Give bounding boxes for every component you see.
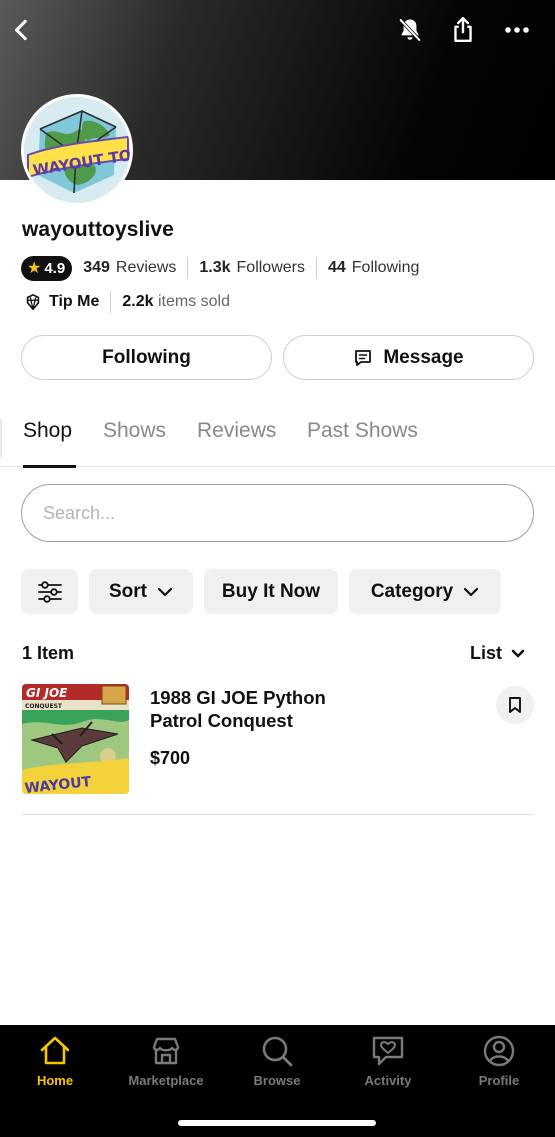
bookmark-icon xyxy=(509,697,521,713)
buy-it-now-label: Buy It Now xyxy=(221,580,321,602)
reviews-label: Reviews xyxy=(115,259,177,276)
message-button[interactable]: Message xyxy=(283,335,534,380)
nav-activity[interactable]: Activity xyxy=(338,1035,438,1088)
nav-marketplace-label: Marketplace xyxy=(128,1073,204,1088)
chevron-down-icon xyxy=(157,587,173,596)
view-mode-label: List xyxy=(470,643,503,663)
nav-profile-label: Profile xyxy=(478,1073,520,1088)
category-label: Category xyxy=(370,580,454,602)
more-options-icon[interactable] xyxy=(499,12,535,48)
divider xyxy=(110,291,112,313)
active-tab-indicator xyxy=(23,465,76,468)
profile-icon xyxy=(483,1035,515,1067)
list-item[interactable]: GI JOE CONQUEST WAYOUT 1988 GI JOE Pytho… xyxy=(0,684,555,814)
following-stat[interactable]: 44 Following xyxy=(328,259,419,277)
thumb-brand: GI JOE xyxy=(26,686,68,700)
category-dropdown[interactable]: Category xyxy=(349,569,501,614)
chevron-down-icon xyxy=(464,587,479,596)
nav-marketplace[interactable]: Marketplace xyxy=(116,1035,216,1088)
product-thumbnail[interactable]: GI JOE CONQUEST WAYOUT xyxy=(22,684,129,794)
items-sold-stat: 2.2k items sold xyxy=(122,293,230,311)
avatar[interactable]: WAYOUT TO xyxy=(21,94,133,206)
message-button-label: Message xyxy=(383,346,464,368)
tab-shop[interactable]: Shop xyxy=(23,419,72,443)
followers-stat[interactable]: 1.3k Followers xyxy=(199,259,305,277)
activity-icon xyxy=(372,1036,404,1066)
home-indicator xyxy=(178,1120,376,1126)
filter-sliders-icon xyxy=(37,580,62,603)
divider xyxy=(187,257,189,279)
tab-past-shows[interactable]: Past Shows xyxy=(307,419,418,443)
chevron-down-icon xyxy=(511,649,525,658)
tabs-edge xyxy=(0,419,2,457)
profile-stats: ★ 4.9 349 Reviews 1.3k Followers 44 Foll… xyxy=(21,255,419,281)
rating-value: 4.9 xyxy=(44,259,66,277)
search-input[interactable] xyxy=(21,484,534,542)
view-mode-dropdown[interactable]: List xyxy=(470,643,525,664)
message-icon xyxy=(355,349,372,366)
filters-button[interactable] xyxy=(21,569,78,614)
reviews-stat[interactable]: 349 Reviews xyxy=(83,259,176,277)
product-title[interactable]: 1988 GI JOE Python Patrol Conquest xyxy=(150,686,370,732)
list-divider xyxy=(22,814,534,815)
item-count: 1 Item xyxy=(22,643,75,663)
reviews-count: 349 xyxy=(83,259,110,276)
tip-me-label: Tip Me xyxy=(49,293,100,310)
profile-stats-secondary: Tip Me 2.2k items sold xyxy=(24,290,230,314)
following-label: Following xyxy=(351,259,420,276)
followers-label: Followers xyxy=(236,259,305,276)
bookmark-button[interactable] xyxy=(496,686,534,724)
tip-me-button[interactable]: Tip Me xyxy=(24,293,99,311)
star-icon: ★ xyxy=(27,260,42,277)
search-icon xyxy=(262,1036,293,1067)
back-icon[interactable] xyxy=(4,12,40,48)
sort-label: Sort xyxy=(109,580,147,602)
divider xyxy=(315,257,317,279)
nav-browse-label: Browse xyxy=(253,1073,301,1088)
profile-tabs: Shop Shows Reviews Past Shows xyxy=(0,405,555,468)
share-icon[interactable] xyxy=(445,12,481,48)
notifications-off-icon[interactable] xyxy=(392,12,428,48)
username: wayouttoyslive xyxy=(22,218,174,241)
followers-count: 1.3k xyxy=(199,259,231,276)
nav-activity-label: Activity xyxy=(364,1073,412,1088)
nav-home-label: Home xyxy=(36,1073,74,1088)
tab-reviews[interactable]: Reviews xyxy=(197,419,276,443)
following-button-label: Following xyxy=(102,346,191,368)
tip-icon xyxy=(26,293,40,311)
buy-it-now-filter[interactable]: Buy It Now xyxy=(204,569,338,614)
nav-home[interactable]: Home xyxy=(5,1035,105,1088)
marketplace-icon xyxy=(152,1037,180,1065)
product-price: $700 xyxy=(150,748,191,768)
nav-profile[interactable]: Profile xyxy=(449,1035,549,1088)
thumb-subtitle: CONQUEST xyxy=(25,703,63,710)
following-button[interactable]: Following xyxy=(21,335,272,380)
bottom-nav: Home Marketplace Browse Activity Profile xyxy=(0,1025,555,1137)
nav-browse[interactable]: Browse xyxy=(227,1035,327,1088)
sort-dropdown[interactable]: Sort xyxy=(89,569,193,614)
tab-shows[interactable]: Shows xyxy=(103,419,166,443)
home-icon xyxy=(40,1036,70,1065)
rating-badge[interactable]: ★ 4.9 xyxy=(21,255,73,281)
items-sold-count: 2.2k xyxy=(122,293,154,310)
items-sold-label: items sold xyxy=(157,293,230,310)
following-count: 44 xyxy=(327,259,346,276)
